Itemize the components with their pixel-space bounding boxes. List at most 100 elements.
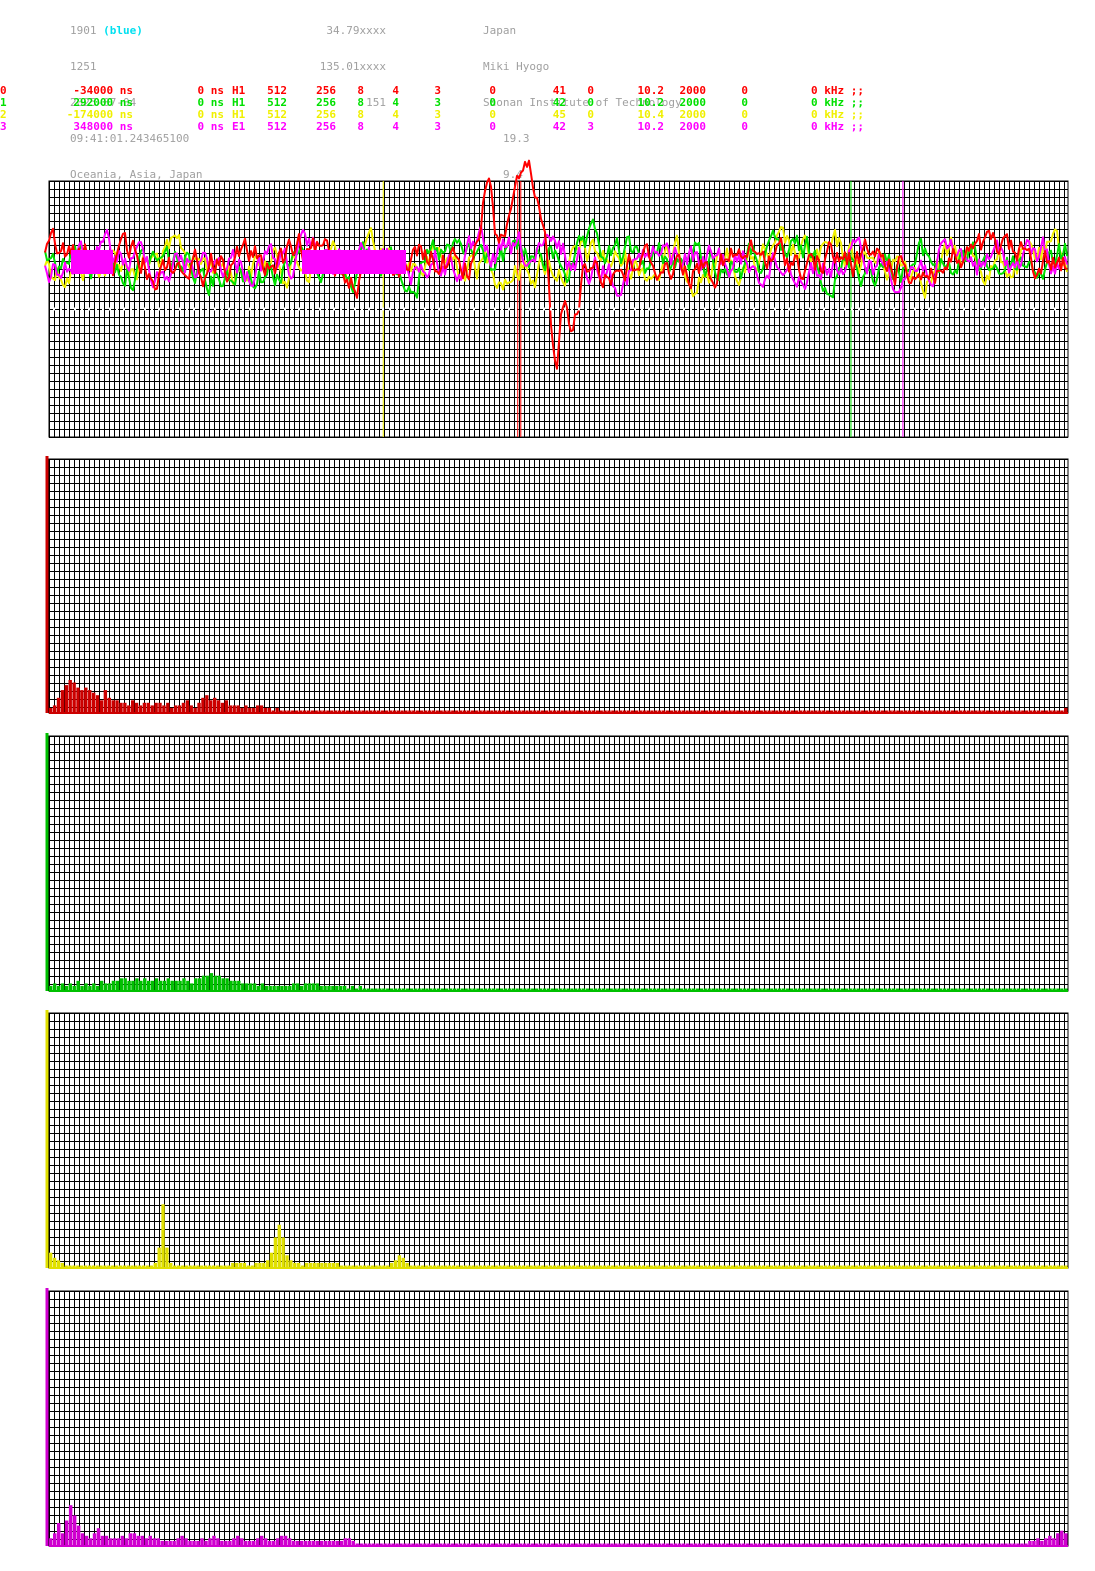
spectrum-bar xyxy=(92,1533,97,1547)
charts xyxy=(44,159,1069,1547)
spectrum-bar xyxy=(80,1533,85,1547)
spectrum-bar xyxy=(307,983,312,991)
spectrum-bar xyxy=(84,1535,89,1546)
spectrum-bar xyxy=(220,702,225,713)
spectrum-bar xyxy=(248,983,253,991)
spectrum-bar xyxy=(1044,1538,1048,1546)
spectrum-bar xyxy=(186,980,190,991)
spectrum-bar xyxy=(165,1247,169,1268)
spectrum-bar xyxy=(127,705,131,713)
spectrum-bar xyxy=(252,983,257,991)
spectrum-bar xyxy=(224,700,229,713)
spectrum-bar xyxy=(174,980,178,991)
spectrum-bar xyxy=(84,983,88,991)
spectrum-bar xyxy=(209,973,214,991)
spectrum-bar xyxy=(162,705,166,713)
spectrum-bar xyxy=(315,983,319,991)
spectrum-bar xyxy=(255,705,260,713)
spectrum-bar xyxy=(279,1535,284,1546)
spectrum-bar xyxy=(72,682,76,713)
spectrum-bar xyxy=(49,1538,53,1546)
spectrum-bar xyxy=(173,705,178,713)
spectrum-bar xyxy=(68,983,73,991)
spectrum-bar xyxy=(84,687,88,713)
spectrum-bar xyxy=(182,978,186,992)
spectrum-bar xyxy=(295,983,300,991)
spectrum-bar xyxy=(233,980,237,991)
spectrum-bar xyxy=(131,980,135,991)
spectrum-bar xyxy=(138,705,143,713)
spectrum-bar xyxy=(108,1538,113,1546)
spectrum-bar xyxy=(244,983,249,991)
spectrum-bar xyxy=(269,1252,274,1268)
spectrum-bar xyxy=(139,980,143,991)
spectrum-bar xyxy=(185,700,190,713)
spectrum-bar xyxy=(100,1535,105,1546)
spectrum-bar xyxy=(347,1538,352,1546)
spectrum-bar xyxy=(1056,1533,1060,1547)
spectrum-bar xyxy=(60,690,65,713)
spectrum-bar xyxy=(103,983,108,991)
spectrum-bar xyxy=(212,697,217,713)
spectrum-bar xyxy=(162,980,167,991)
spectrum-bar xyxy=(205,695,209,713)
spectrum-bar xyxy=(52,705,57,713)
spectrum-bar xyxy=(1036,1538,1040,1546)
spectrum-bar xyxy=(76,980,80,991)
spectrum-bar xyxy=(152,1538,156,1546)
spectrum-bar xyxy=(190,983,194,991)
spectrum-bar xyxy=(291,983,296,991)
spectrum-bar xyxy=(56,1523,61,1546)
spectrum-bar xyxy=(95,695,100,713)
spectrum-bar xyxy=(88,690,92,713)
spectrum-bar xyxy=(401,1257,405,1268)
spectrum-bar xyxy=(176,1538,180,1546)
spectrum-bar xyxy=(260,983,265,991)
spectrum-bar xyxy=(49,1252,53,1268)
spectrum-bar xyxy=(119,978,123,992)
spectrum-bar xyxy=(107,697,111,713)
spectrum-bar xyxy=(277,1224,281,1269)
spectrum-bar xyxy=(213,975,218,991)
spectrum-bar xyxy=(144,1538,149,1546)
spectrum-bar xyxy=(99,980,104,991)
spectrum-bar xyxy=(201,975,206,991)
spectrum-bar xyxy=(221,978,225,992)
spectrum-bar xyxy=(161,1204,165,1269)
spectrum-bar xyxy=(170,980,174,991)
spectrum-bar xyxy=(91,692,96,713)
spectrum-bar xyxy=(311,983,316,991)
spectrum-bar xyxy=(123,702,127,713)
spectrum-bar xyxy=(217,975,221,991)
spectrum-bar xyxy=(158,980,163,991)
spectrum-bar xyxy=(283,1535,288,1546)
spectrum-bar xyxy=(103,690,108,713)
spectrum-bar xyxy=(60,983,65,991)
spectrum-bar xyxy=(1052,1538,1056,1546)
spectrum-bar xyxy=(107,983,112,991)
spectrum-bar xyxy=(112,1538,117,1546)
spectrum-bar xyxy=(154,702,158,713)
spectrum-bar xyxy=(181,702,186,713)
spectrum-bar xyxy=(259,1535,264,1546)
spectrum-bar xyxy=(150,980,155,991)
spectrum-bar xyxy=(194,978,198,992)
spectrum-bar xyxy=(397,1255,402,1269)
spectrum-bar xyxy=(80,690,84,713)
spectrum-bar xyxy=(236,1535,240,1546)
spectrum-bar xyxy=(241,983,245,991)
spectrum-bar xyxy=(236,705,240,713)
spectrum-bar xyxy=(166,702,170,713)
spectrum-bar xyxy=(56,697,61,713)
spectrum-bar xyxy=(208,1538,212,1546)
spectrum-bar xyxy=(212,1535,216,1546)
spectrum-bar xyxy=(76,687,80,713)
spectrum-bar xyxy=(177,705,182,713)
spectrum-bar xyxy=(289,1260,293,1268)
spectrum-bar xyxy=(146,702,151,713)
spectrum-bar xyxy=(115,980,120,991)
spectrum-bar xyxy=(76,1525,81,1546)
spectrum-bar xyxy=(134,702,139,713)
spectrum-bar xyxy=(287,1538,292,1546)
spectrum-bar xyxy=(154,978,159,992)
